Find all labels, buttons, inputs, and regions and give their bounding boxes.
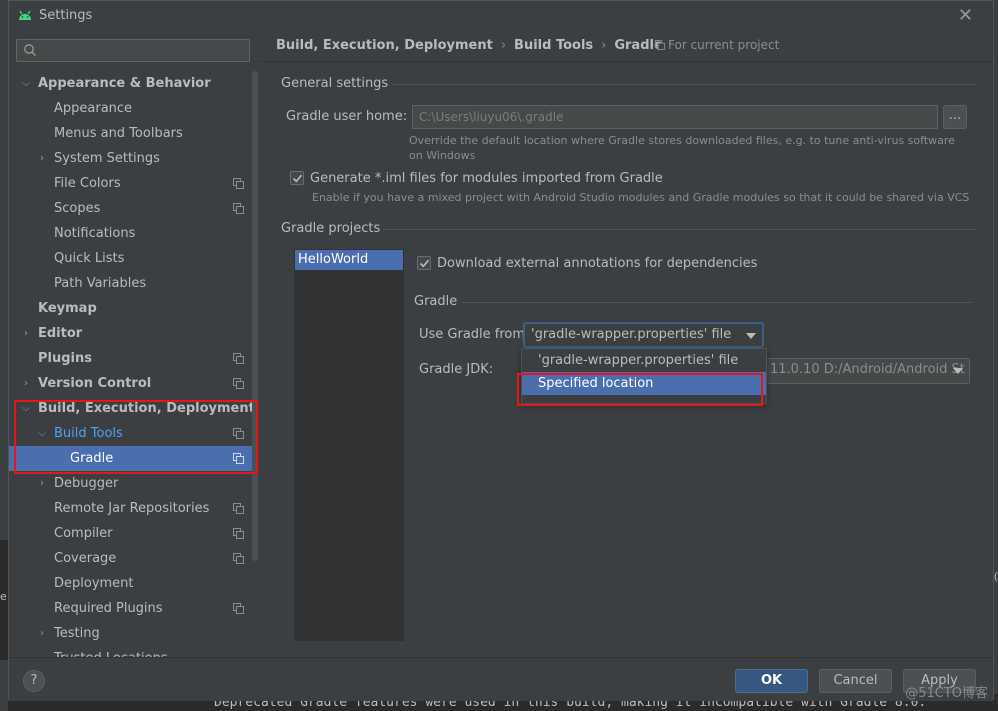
tree-item-path-variables[interactable]: Path Variables (9, 271, 254, 296)
use-gradle-from-select[interactable]: 'gradle-wrapper.properties' file (523, 322, 764, 348)
checkmark-icon (419, 259, 430, 268)
tree-item-system-settings[interactable]: › System Settings (9, 146, 254, 171)
tree-item-remote-jar-repositories[interactable]: Remote Jar Repositories (9, 496, 254, 521)
tree-item-menus-toolbars[interactable]: Menus and Toolbars (9, 121, 254, 146)
dialog-footer: ? OK Cancel Apply (9, 657, 993, 701)
ok-button[interactable]: OK (735, 669, 808, 693)
gradle-projects-title: Gradle projects (281, 221, 381, 236)
search-icon (24, 44, 36, 56)
tree-item-coverage[interactable]: Coverage (9, 546, 254, 571)
gradle-section-title: Gradle (414, 294, 458, 309)
generate-iml-checkbox[interactable] (290, 171, 304, 185)
use-gradle-from-label: Use Gradle from: (419, 327, 530, 342)
tree-item-plugins[interactable]: Plugins (9, 346, 254, 371)
search-input[interactable] (16, 39, 250, 62)
tree-item-version-control[interactable]: › Version Control (9, 371, 254, 396)
tree-item-required-plugins[interactable]: Required Plugins (9, 596, 254, 621)
android-icon (19, 10, 31, 20)
tree-item-build-tools[interactable]: ⌵ Build Tools (9, 421, 254, 446)
browse-button[interactable]: ... (943, 105, 967, 129)
settings-tree: ⌵ Appearance & Behavior Appearance Menus… (9, 71, 255, 657)
tree-item-appearance-behavior[interactable]: ⌵ Appearance & Behavior (9, 71, 254, 96)
header-divider (259, 61, 993, 62)
close-icon[interactable]: ✕ (958, 5, 973, 26)
scope-indicator: For current project (655, 38, 779, 52)
gradle-user-home-label: Gradle user home: (286, 109, 408, 124)
project-scope-icon (233, 553, 244, 564)
use-gradle-from-dropdown: 'gradle-wrapper.properties' file Specifi… (521, 348, 767, 404)
settings-sidebar: ⌵ Appearance & Behavior Appearance Menus… (9, 31, 259, 657)
project-scope-icon (233, 353, 244, 364)
section-divider (462, 302, 972, 303)
checkmark-icon (292, 174, 303, 183)
chevron-right-icon: › (40, 153, 44, 164)
chevron-down-icon: ⌵ (22, 403, 30, 414)
project-scope-icon (655, 40, 665, 50)
project-scope-icon (233, 603, 244, 614)
chevron-down-icon (746, 333, 756, 339)
help-button[interactable]: ? (23, 670, 45, 692)
section-divider (393, 84, 977, 85)
list-item[interactable]: HelloWorld (295, 250, 403, 270)
tree-item-scopes[interactable]: Scopes (9, 196, 254, 221)
chevron-down-icon (953, 368, 963, 374)
gradle-jdk-label: Gradle JDK: (419, 362, 494, 377)
project-scope-icon (233, 528, 244, 539)
gradle-user-home-hint: Override the default location where Grad… (409, 134, 955, 162)
project-scope-icon (233, 503, 244, 514)
download-annotations-label[interactable]: Download external annotations for depend… (437, 256, 757, 271)
settings-dialog: Settings ✕ ⌵ Appearance & Behavior Appea… (8, 0, 994, 701)
generate-iml-hint: Enable if you have a mixed project with … (312, 191, 970, 204)
tree-item-testing[interactable]: › Testing (9, 621, 254, 646)
chevron-down-icon: ⌵ (38, 428, 46, 439)
tree-item-trusted-locations[interactable]: Trusted Locations (9, 646, 254, 657)
generate-iml-label[interactable]: Generate *.iml files for modules importe… (310, 171, 663, 186)
background-ide-right (994, 0, 998, 711)
breadcrumb-item-build-tools[interactable]: Build Tools (514, 38, 593, 53)
general-settings-title: General settings (281, 76, 389, 91)
gradle-user-home-field[interactable]: C:\Users\liuyu06\.gradle (412, 105, 938, 129)
download-annotations-checkbox[interactable] (417, 256, 431, 270)
project-scope-icon (233, 378, 244, 389)
tree-item-compiler[interactable]: Compiler (9, 521, 254, 546)
tree-item-build-execution-deployment[interactable]: ⌵ Build, Execution, Deployment (9, 396, 255, 421)
breadcrumb: Build, Execution, Deployment › Build Tools… (276, 38, 663, 53)
project-scope-icon (233, 453, 244, 464)
tree-item-appearance[interactable]: Appearance (9, 96, 254, 121)
chevron-right-icon: › (24, 328, 28, 339)
tree-item-quick-lists[interactable]: Quick Lists (9, 246, 254, 271)
chevron-right-icon: › (40, 478, 44, 489)
tree-item-deployment[interactable]: Deployment (9, 571, 254, 596)
section-divider (383, 229, 977, 230)
sidebar-scrollbar[interactable] (252, 71, 258, 561)
title-bar: Settings ✕ (9, 1, 993, 31)
chevron-right-icon: › (40, 628, 44, 639)
breadcrumb-separator: › (601, 38, 607, 53)
dropdown-option-specified-location[interactable]: Specified location (522, 372, 766, 395)
tree-item-editor[interactable]: › Editor (9, 321, 254, 346)
background-left-char: e (0, 590, 7, 603)
window-title: Settings (39, 8, 93, 23)
breadcrumb-separator: › (500, 38, 507, 53)
chevron-down-icon: ⌵ (22, 78, 30, 89)
project-scope-icon (233, 178, 244, 189)
tree-item-notifications[interactable]: Notifications (9, 221, 254, 246)
dropdown-option-wrapper[interactable]: 'gradle-wrapper.properties' file (522, 349, 766, 372)
settings-content: Build, Execution, Deployment › Build Tools… (259, 31, 993, 657)
chevron-right-icon: › (24, 378, 28, 389)
background-right-char: ( (993, 570, 998, 583)
project-scope-icon (233, 203, 244, 214)
cancel-button[interactable]: Cancel (819, 669, 892, 693)
project-scope-icon (233, 428, 244, 439)
gradle-projects-list[interactable]: HelloWorld (294, 249, 404, 641)
tree-item-keymap[interactable]: Keymap (9, 296, 254, 321)
tree-item-file-colors[interactable]: File Colors (9, 171, 254, 196)
breadcrumb-item-build[interactable]: Build, Execution, Deployment (276, 38, 493, 53)
tree-item-gradle[interactable]: Gradle (9, 446, 254, 471)
tree-item-debugger[interactable]: › Debugger (9, 471, 254, 496)
watermark: @51CTO博客 (905, 686, 988, 701)
